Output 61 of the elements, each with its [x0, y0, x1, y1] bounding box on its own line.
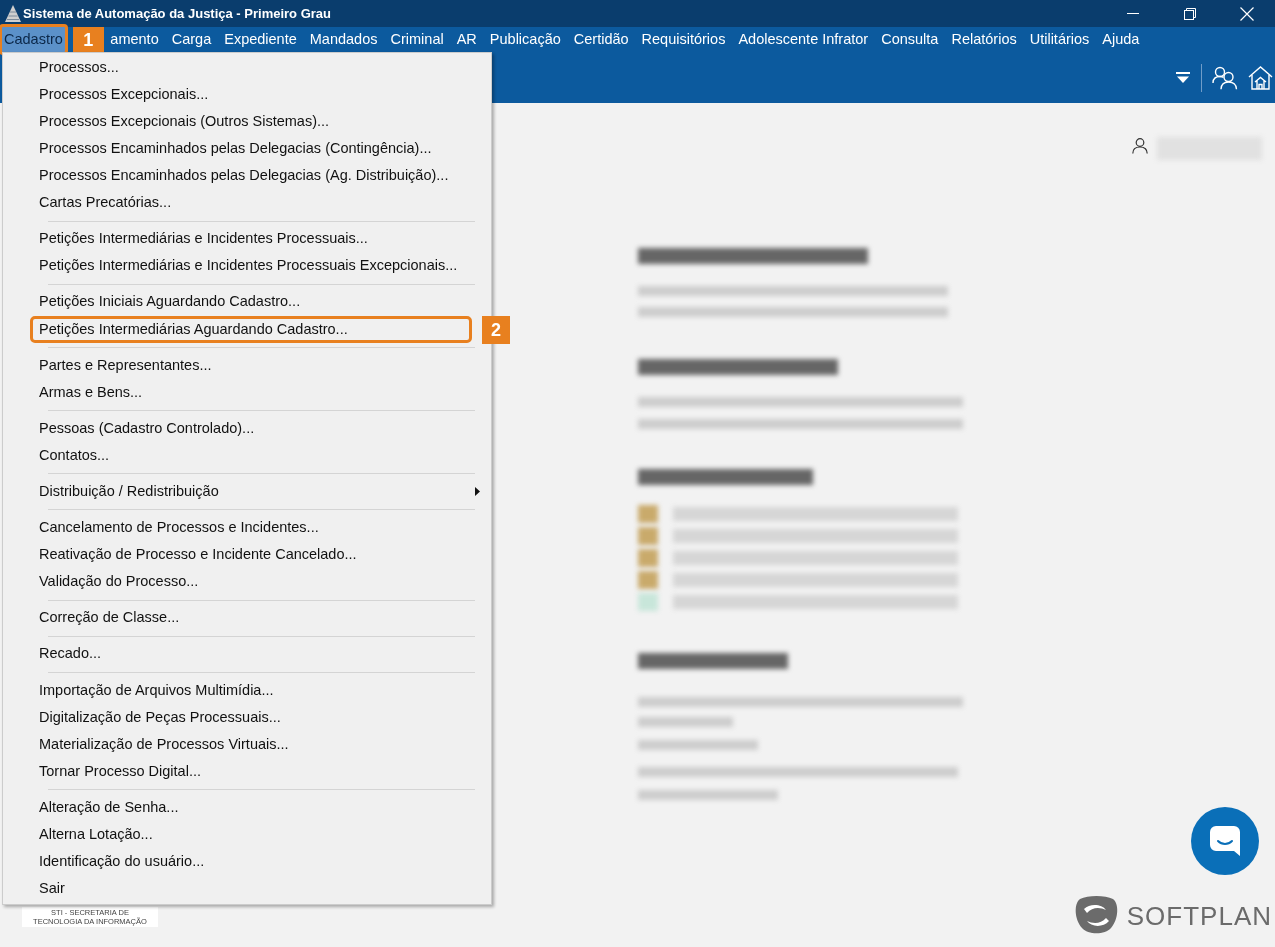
menu-bar-item[interactable]: Relatórios [944, 27, 1024, 52]
menu-item[interactable]: Cartas Precatórias... [3, 189, 491, 217]
menu-item[interactable]: Alteração de Senha... [3, 794, 491, 822]
home-icon [1247, 65, 1273, 90]
menu-item[interactable]: Cancelamento de Processos e Incidentes... [3, 514, 491, 542]
close-icon [1239, 6, 1254, 21]
menu-bar-item[interactable]: Expediente [217, 27, 304, 52]
menu-item[interactable]: Correção de Classe... [3, 604, 491, 632]
menu-item[interactable]: Recado... [3, 640, 491, 668]
menu-item[interactable]: Sair [3, 875, 491, 903]
menu-item[interactable]: Importação de Arquivos Multimídia... [3, 676, 491, 704]
brand-name: SOFTPLAN [1126, 899, 1272, 933]
callout-badge: 2 [482, 315, 510, 344]
menu-item[interactable]: Contatos... [3, 442, 491, 470]
menu-item[interactable]: Partes e Representantes... [3, 351, 491, 380]
menu-item[interactable]: Distribuição / Redistribuição [3, 478, 491, 506]
blurred-marker [638, 527, 658, 545]
menu-item[interactable]: Processos Encaminhados pelas Delegacias (Ag. Distribuição)... [3, 162, 491, 190]
submenu-arrow-icon [475, 487, 480, 497]
menu-bar-item[interactable]: Requisitórios [635, 27, 732, 52]
blurred-marker [638, 571, 658, 589]
menu-bar-item[interactable]: Utilitários [1023, 27, 1096, 52]
chat-bubble-icon [1210, 826, 1240, 856]
dropdown-icon [1176, 72, 1190, 83]
menu-bar-item[interactable]: Cadastro [2, 27, 65, 52]
menu-item[interactable]: Processos Encaminhados pelas Delegacias (Contingência)... [3, 135, 491, 163]
menu-item[interactable]: Identificação do usuário... [3, 848, 491, 876]
menu-item[interactable]: Petições Intermediárias e Incidentes Processuais... [3, 225, 491, 253]
window-title: Sistema de Automação da Justiça - Primeiro Grau [23, 4, 331, 23]
menu-item[interactable]: Armas e Bens... [3, 379, 491, 407]
menu-bar-item[interactable]: Adolescente Infrator [731, 27, 875, 52]
user-icon [1132, 137, 1148, 154]
restore-icon [1183, 7, 1196, 20]
callout-badge: 1 [72, 27, 104, 52]
blurred-marker [638, 505, 658, 523]
users-icon [1212, 65, 1238, 90]
menu-item[interactable]: Reativação de Processo e Incidente Cancelado... [3, 541, 491, 569]
blurred-marker [638, 593, 658, 611]
menu-item[interactable]: Tornar Processo Digital... [3, 758, 491, 786]
menu-bar-item[interactable]: Certidão [567, 27, 636, 52]
menu-item[interactable]: Alterna Lotação... [3, 821, 491, 849]
menu-bar-item[interactable]: Mandados [303, 27, 384, 52]
menu-item[interactable]: Validação do Processo... [3, 568, 491, 596]
menu-bar-item[interactable]: Criminal [384, 27, 451, 52]
menu-item[interactable]: Digitalização de Peças Processuais... [3, 703, 491, 732]
menu-item[interactable]: Petições Intermediárias e Incidentes Processuais Excepcionais... [3, 252, 491, 280]
menu-bar-item[interactable]: AR [450, 27, 484, 52]
minimize-icon [1126, 13, 1139, 14]
menu-bar-item[interactable]: amento [103, 27, 166, 52]
menu-bar-item[interactable]: Ajuda [1095, 27, 1146, 52]
menu-item[interactable]: Materialização de Processos Virtuais... [3, 731, 491, 759]
menu-bar-item[interactable]: Publicação [483, 27, 568, 52]
menu-item[interactable]: Processos Excepcionais (Outros Sistemas)... [3, 108, 491, 136]
menu-bar-item[interactable]: Carga [165, 27, 218, 52]
blurred-marker [638, 549, 658, 567]
menu-bar-item[interactable]: Consulta [874, 27, 945, 52]
triangle-logo-icon [5, 5, 21, 22]
menu-item[interactable]: Pessoas (Cadastro Controlado)... [3, 415, 491, 443]
menu-item[interactable]: Petições Iniciais Aguardando Cadastro... [3, 288, 491, 316]
menu-item[interactable]: Processos... [3, 54, 491, 82]
menu-item[interactable]: Processos Excepcionais... [3, 81, 491, 109]
